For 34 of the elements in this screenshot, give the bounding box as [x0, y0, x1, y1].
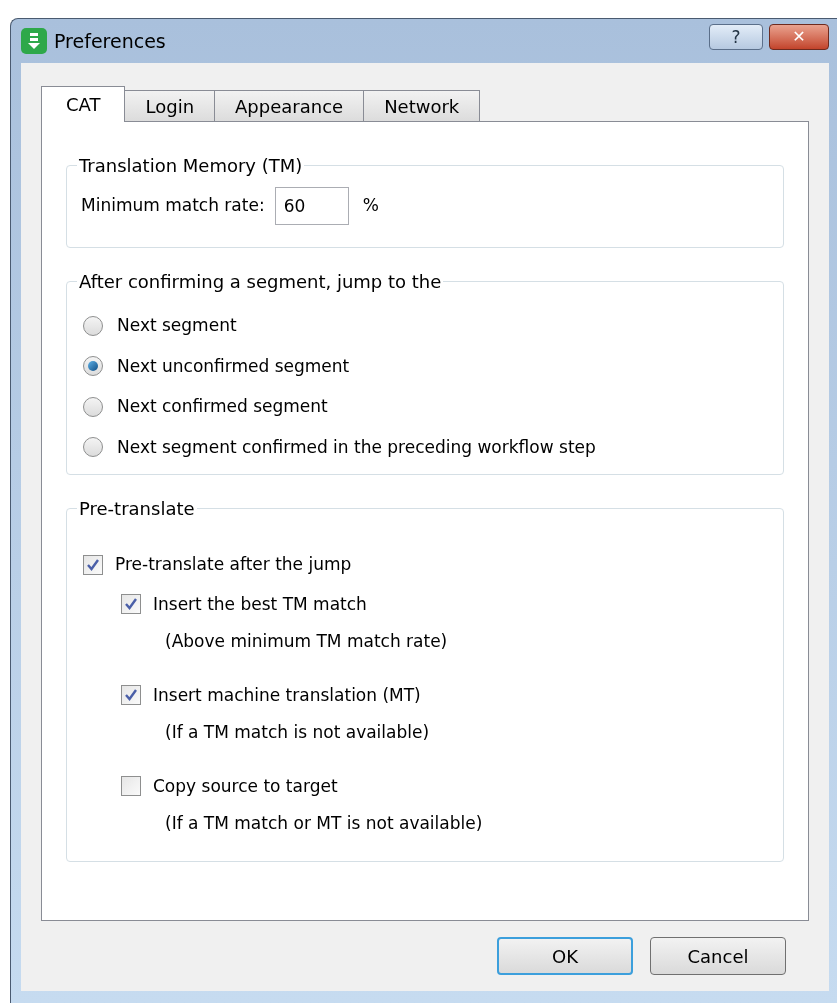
radio-button[interactable]: [83, 356, 103, 377]
hint-text: (If a TM match or MT is not available): [165, 812, 484, 835]
unit-label: %: [362, 194, 379, 218]
group-title: Translation Memory (TM): [78, 154, 304, 178]
option-label: Next segment: [117, 314, 237, 337]
help-button[interactable]: ?: [709, 24, 763, 50]
window-title: Preferences: [54, 28, 166, 54]
tab[interactable]: Network: [363, 90, 481, 121]
checkbox[interactable]: [121, 776, 141, 797]
dialog-button[interactable]: OK: [497, 937, 633, 975]
checkbox[interactable]: [121, 594, 141, 615]
group-title: Pre-translate: [78, 497, 196, 521]
option-label: Copy source to target: [153, 774, 338, 798]
dialog-button[interactable]: Cancel: [650, 937, 786, 975]
radio-button[interactable]: [83, 396, 103, 417]
option-label: Next segment confirmed in the preceding workflow step: [117, 435, 596, 459]
option-label: Next confirmed segment: [117, 395, 328, 418]
checkbox[interactable]: [121, 685, 141, 706]
option-label: Next unconfirmed segment: [117, 354, 350, 378]
tab[interactable]: CAT: [41, 86, 126, 122]
tab[interactable]: Appearance: [214, 90, 365, 121]
option-label: Insert the best TM match: [153, 592, 367, 616]
option-label: Pre-translate after the jump: [115, 553, 352, 576]
checkbox[interactable]: [83, 554, 103, 575]
hint-text: (Above minimum TM match rate): [165, 630, 449, 653]
group-title: After confirming a segment, jump to the: [78, 270, 443, 294]
field-label: Minimum match rate:: [81, 194, 265, 218]
match-rate-field[interactable]: 60: [274, 187, 349, 225]
app-icon: [20, 27, 48, 55]
radio-button[interactable]: [83, 437, 103, 458]
radio-button[interactable]: [83, 315, 103, 336]
hint-text: (If a TM match is not available): [165, 721, 431, 744]
option-label: Insert machine translation (MT): [153, 683, 421, 707]
tab[interactable]: Login: [124, 90, 216, 121]
